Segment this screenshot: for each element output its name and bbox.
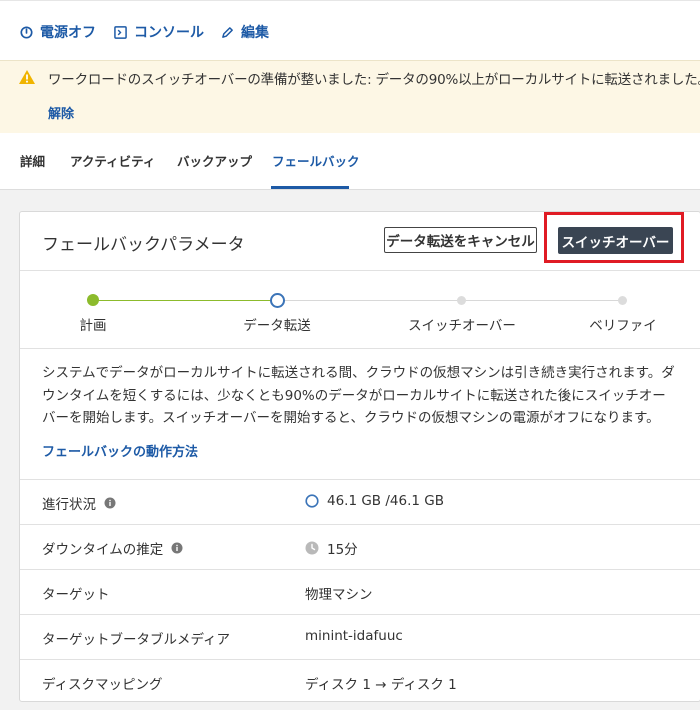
table-row: 進行状況 46.1 GB /46.1 GB xyxy=(20,479,700,524)
console-icon xyxy=(114,25,127,39)
cancel-data-transfer-button[interactable]: データ転送をキャンセル xyxy=(384,227,537,253)
step-line-done xyxy=(93,300,278,301)
power-icon xyxy=(20,25,33,39)
pencil-icon xyxy=(222,26,233,38)
step-dot-switchover xyxy=(457,296,466,305)
row-value-downtime: 15分 xyxy=(327,542,358,558)
failback-stepper: 計画 データ転送 スイッチオーバー ベリファイ xyxy=(20,271,700,349)
step-label-switchover: スイッチオーバー xyxy=(408,318,516,334)
row-value-boot-media: minint-idafuuc xyxy=(305,628,403,644)
row-value-disk-mapping: ディスク 1 → ディスク 1 xyxy=(305,677,457,693)
console-button[interactable]: コンソール xyxy=(114,21,204,43)
active-tab-indicator xyxy=(271,186,349,189)
step-line-pending xyxy=(284,300,624,301)
step-dot-data-transfer xyxy=(270,293,285,308)
toolbar: 電源オフ コンソール 編集 xyxy=(0,0,700,61)
dismiss-link[interactable]: 解除 xyxy=(48,103,74,122)
warning-icon xyxy=(19,70,35,84)
row-label-boot-media: ターゲットブータブルメディア xyxy=(42,632,231,648)
banner-message: ワークロードのスイッチオーバーの準備が整いました: データの90%以上がローカル… xyxy=(48,72,700,88)
row-value-target: 物理マシン xyxy=(305,587,373,603)
power-off-button[interactable]: 電源オフ xyxy=(20,21,96,43)
table-row: ディスクマッピング ディスク 1 → ディスク 1 xyxy=(20,659,700,701)
switchover-ready-banner: ワークロードのスイッチオーバーの準備が整いました: データの90%以上がローカル… xyxy=(0,60,700,134)
step-dot-verify xyxy=(618,296,627,305)
how-failback-works-link[interactable]: フェールバックの動作方法 xyxy=(42,441,198,460)
row-value-progress: 46.1 GB /46.1 GB xyxy=(327,493,444,509)
step-label-verify: ベリファイ xyxy=(589,318,657,334)
tab-details[interactable]: 詳細 xyxy=(20,151,45,170)
edit-button[interactable]: 編集 xyxy=(221,21,269,43)
highlight-box xyxy=(544,212,684,263)
tab-bar: 詳細 アクティビティ バックアップ フェールバック xyxy=(0,133,700,190)
table-row: ターゲット 物理マシン xyxy=(20,569,700,614)
tab-backup[interactable]: バックアップ xyxy=(177,151,252,170)
table-row: ターゲットブータブルメディア minint-idafuuc xyxy=(20,614,700,659)
info-icon[interactable] xyxy=(171,542,183,554)
edit-label: 編集 xyxy=(241,25,269,41)
failback-parameters-card: フェールバックパラメータ データ転送をキャンセル スイッチオーバー 計画 データ… xyxy=(19,211,700,702)
clock-icon xyxy=(305,541,319,555)
failback-description: システムでデータがローカルサイトに転送される間、クラウドの仮想マシンは引き続き実… xyxy=(42,365,675,426)
row-label-progress: 進行状況 xyxy=(42,497,96,513)
table-row: ダウンタイムの推定 15分 xyxy=(20,524,700,569)
failback-details-table: 進行状況 46.1 GB /46.1 GB ダウンタイムの推定 15分 ターゲッ… xyxy=(20,479,700,701)
progress-ring-icon xyxy=(305,494,319,508)
step-label-plan: 計画 xyxy=(79,318,107,334)
power-off-label: 電源オフ xyxy=(40,25,96,41)
row-label-downtime: ダウンタイムの推定 xyxy=(42,542,164,558)
step-dot-plan xyxy=(87,294,99,306)
step-label-data-transfer: データ転送 xyxy=(243,318,311,334)
card-header: フェールバックパラメータ データ転送をキャンセル スイッチオーバー xyxy=(20,212,700,271)
tab-activity[interactable]: アクティビティ xyxy=(70,151,155,170)
row-label-disk-mapping: ディスクマッピング xyxy=(42,677,163,693)
row-label-target: ターゲット xyxy=(42,587,110,603)
console-label: コンソール xyxy=(134,25,204,41)
tab-failback[interactable]: フェールバック xyxy=(272,151,360,170)
card-title: フェールバックパラメータ xyxy=(42,235,245,255)
info-icon[interactable] xyxy=(104,497,116,509)
